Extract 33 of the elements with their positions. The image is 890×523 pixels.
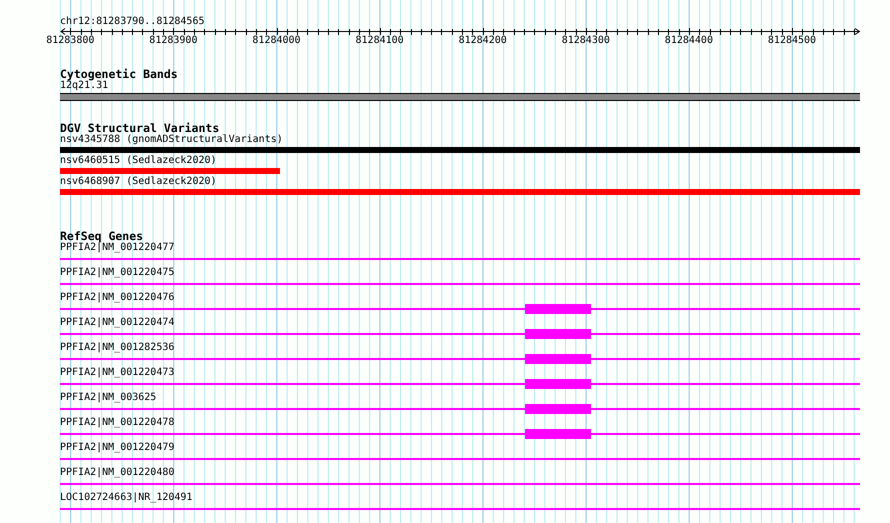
tick-label: 81284100 bbox=[356, 36, 404, 46]
feature-label: 12q21.31 bbox=[60, 80, 108, 92]
position-label: chr12:81283790..81284565 bbox=[60, 16, 204, 28]
tick-label: 81284300 bbox=[562, 36, 610, 46]
feature-label: nsv6460515 (Sedlazeck2020) bbox=[60, 155, 217, 167]
exon-block bbox=[524, 404, 592, 414]
feature-label: PPFIA2|NM_001282536 bbox=[60, 342, 174, 354]
feature-label: LOC102724663|NR_120491 bbox=[60, 492, 192, 504]
exon-block bbox=[524, 329, 592, 339]
exon-block bbox=[524, 379, 592, 389]
feature-label: PPFIA2|NM_001220478 bbox=[60, 417, 174, 429]
tick-label: 81284400 bbox=[664, 36, 713, 46]
tick-label: 81284500 bbox=[768, 36, 816, 46]
track-title: RefSeq Genes bbox=[60, 230, 144, 242]
feature-label: PPFIA2|NM_001220475 bbox=[60, 267, 174, 279]
feature-label: PPFIA2|NM_001220474 bbox=[60, 317, 174, 329]
exon-block bbox=[524, 429, 592, 439]
tick-label: 81284200 bbox=[458, 36, 507, 46]
feature-label: PPFIA2|NM_001220476 bbox=[60, 292, 174, 304]
tick-label: 81284000 bbox=[252, 36, 301, 46]
feature-label: nsv4345788 (gnomADStructuralVariants) bbox=[60, 134, 283, 146]
feature-label: nsv6468907 (Sedlazeck2020) bbox=[60, 176, 217, 188]
exon-block bbox=[524, 354, 592, 364]
tick-label: 81283900 bbox=[149, 36, 198, 46]
feature-label: PPFIA2|NM_001220480 bbox=[60, 467, 174, 479]
track-title: Cytogenetic Bands bbox=[60, 68, 178, 80]
track-title: DGV Structural Variants bbox=[60, 122, 220, 134]
tick-label: 81283800 bbox=[46, 36, 94, 46]
feature-label: PPFIA2|NM_003625 bbox=[60, 392, 156, 404]
feature-label: PPFIA2|NM_001220479 bbox=[60, 442, 174, 454]
feature-label: PPFIA2|NM_001220473 bbox=[60, 367, 174, 379]
feature-label: PPFIA2|NM_001220477 bbox=[60, 242, 174, 254]
exon-block bbox=[524, 304, 592, 314]
